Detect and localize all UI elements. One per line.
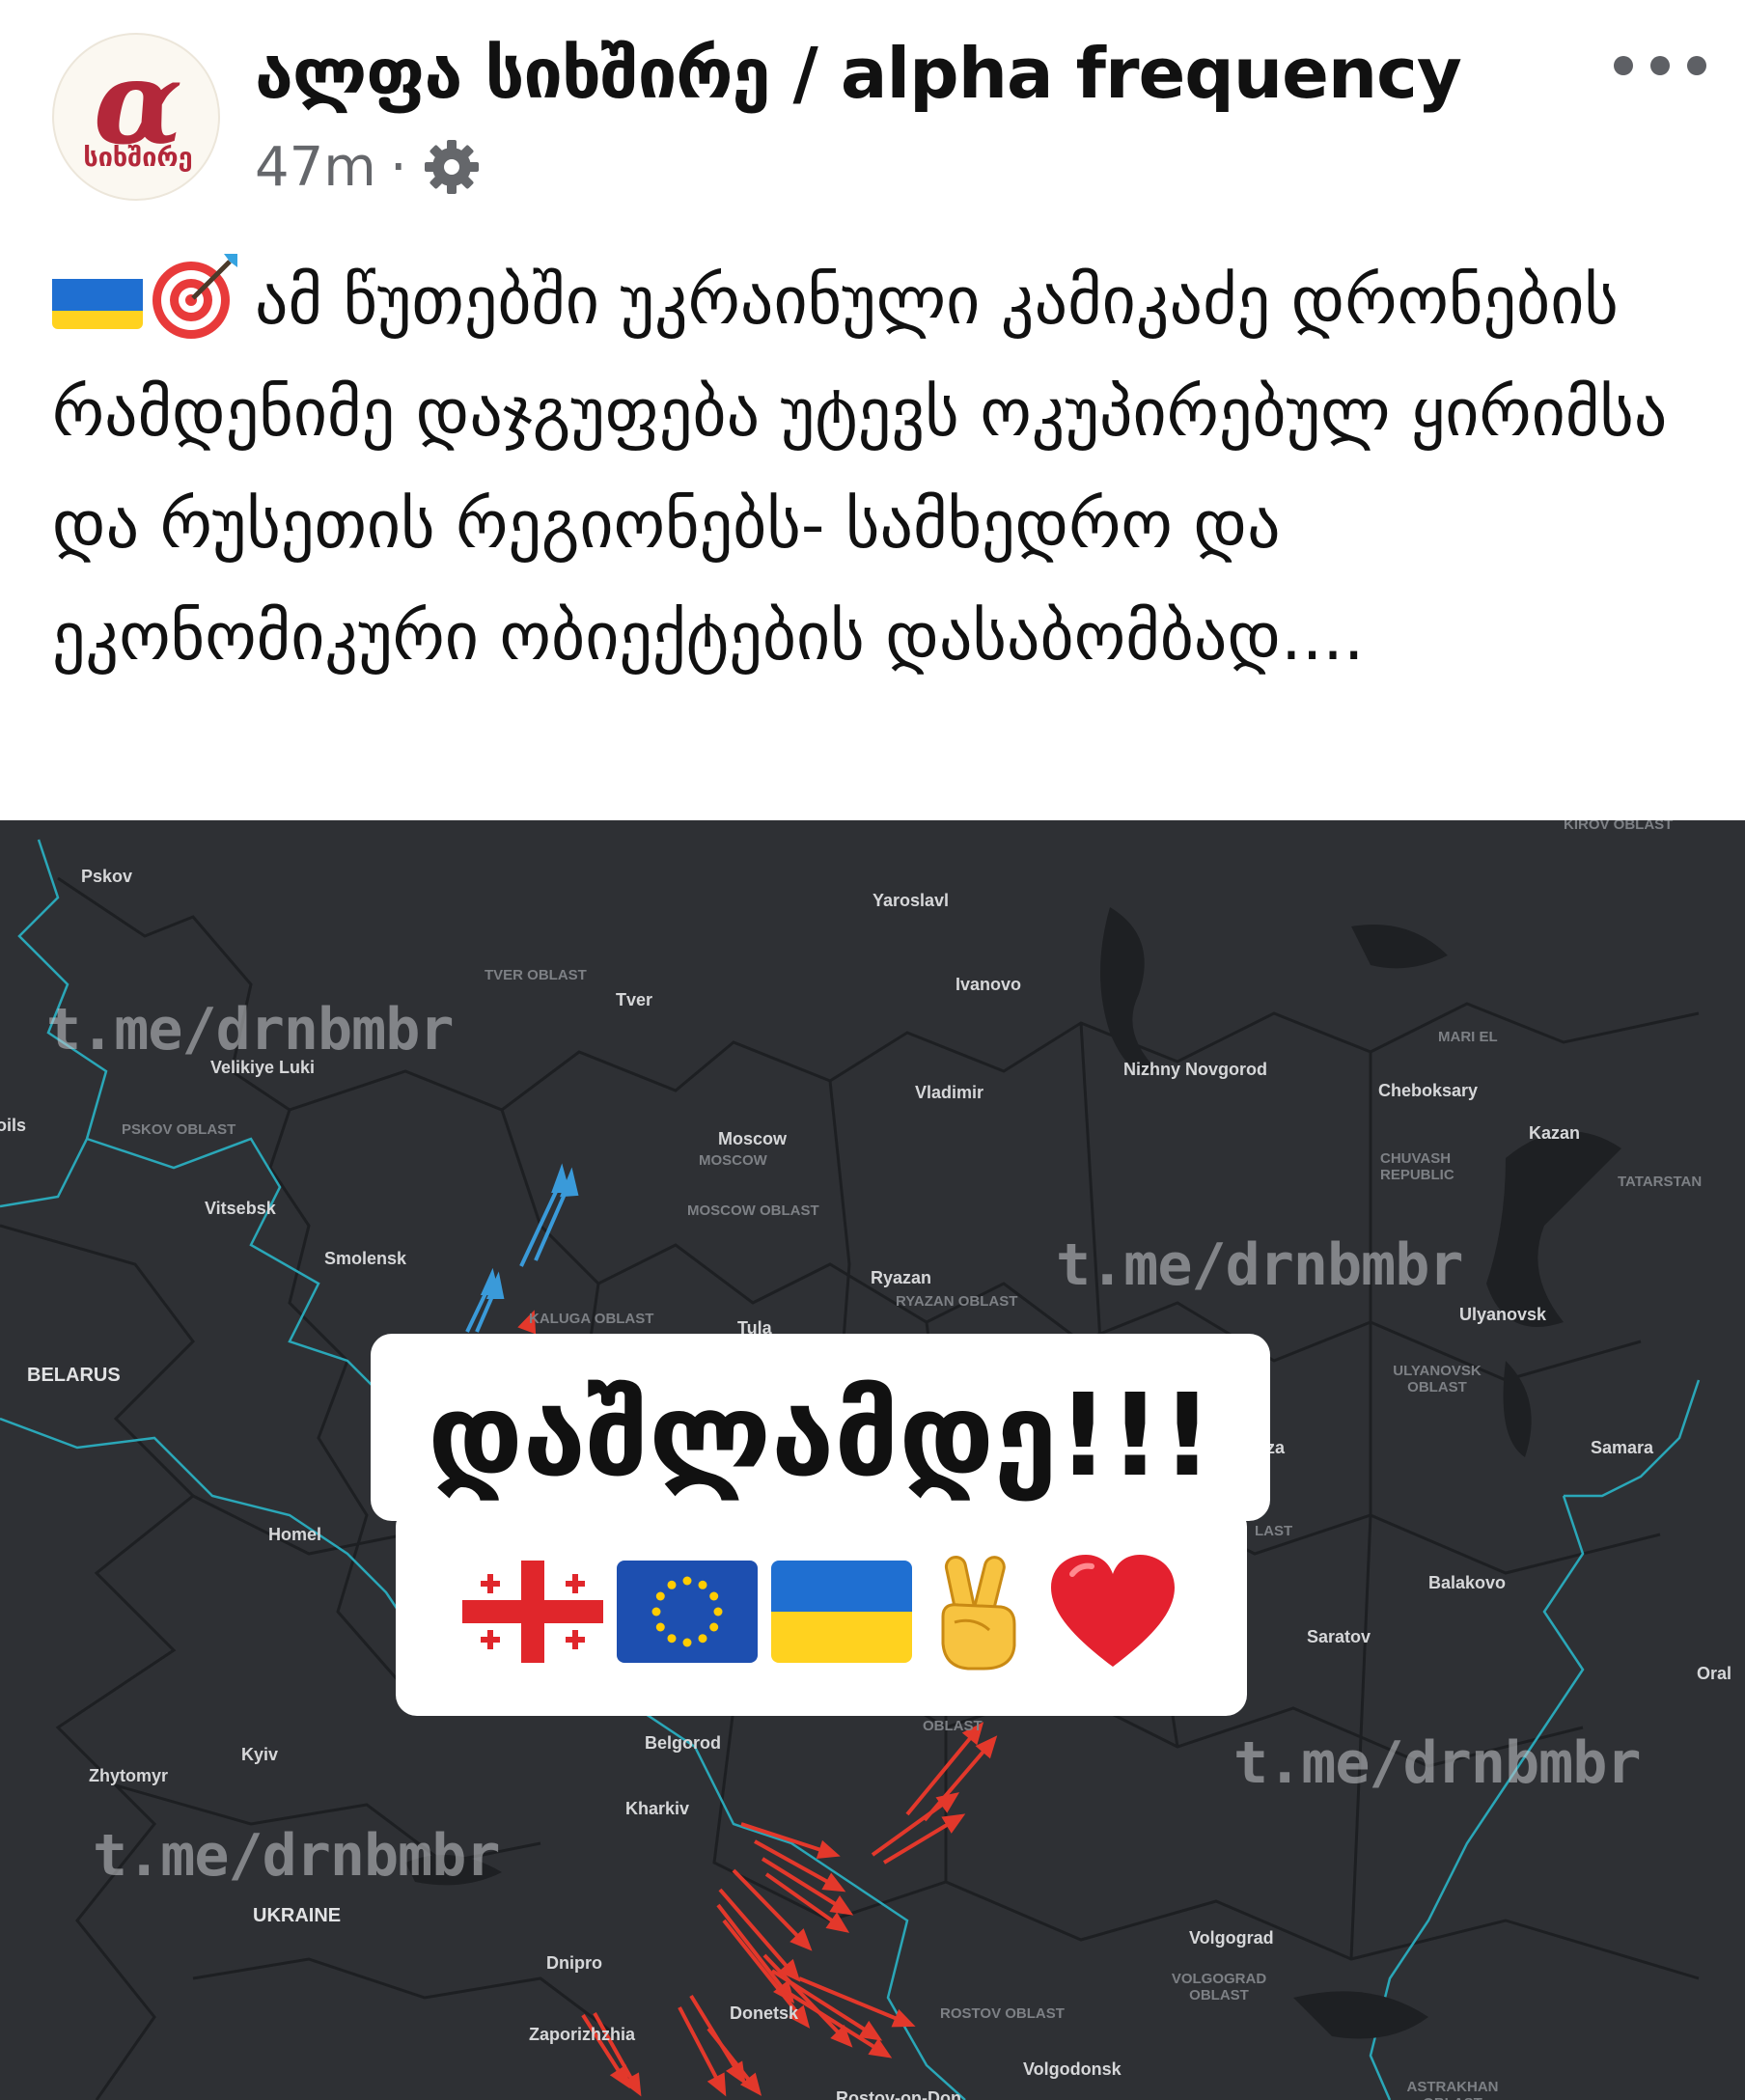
map-label-smolensk: Smolensk [324, 1249, 407, 1268]
eu-star [713, 1607, 723, 1616]
map-label-kazan: Kazan [1529, 1123, 1581, 1143]
map-label-balakovo: Balakovo [1428, 1573, 1507, 1592]
map-label-homel: Homel [268, 1525, 322, 1544]
map-label-moscow-oblast: MOSCOW OBLAST [687, 1202, 819, 1219]
banner-emoji-row [396, 1544, 1247, 1679]
ukraine-flag-banner-icon [771, 1561, 912, 1663]
map-label-tver: Tver [616, 990, 653, 1009]
map-watermark-4: t.me/drnbmbr [93, 1822, 500, 1890]
map-label-vladimir: Vladimir [915, 1083, 984, 1102]
avatar-label: სიხშირე [83, 143, 193, 173]
eu-star [667, 1634, 677, 1644]
banner-headline: დაშლამდე!!! [428, 1368, 1213, 1502]
georgia-flag-icon [462, 1561, 603, 1663]
dot-1 [1614, 56, 1633, 75]
map-label-volgograd: Volgograd [1189, 1928, 1274, 1948]
dot-3 [1687, 56, 1706, 75]
map-watermark-2: t.me/drnbmbr [1056, 1231, 1463, 1299]
eu-star [682, 1638, 692, 1647]
post-header: α სიხშირე ალფა სიხშირე / alpha frequency… [0, 0, 1745, 232]
map-label-belgorod: Belgorod [645, 1733, 721, 1753]
map-label-rostov-on-don: Rostov-on-Don [836, 2088, 961, 2100]
dot-2 [1650, 56, 1670, 75]
gear-icon[interactable] [421, 136, 483, 198]
meta-separator: · [389, 135, 407, 199]
map-label-saratov: Saratov [1307, 1627, 1371, 1646]
page-name-link[interactable]: ალფა სიხშირე / alpha frequency [255, 33, 1462, 114]
map-label-dnipro: Dnipro [546, 1953, 602, 1973]
eu-star [651, 1607, 661, 1616]
map-label-moscow: Moscow [718, 1129, 788, 1148]
eu-star [709, 1622, 719, 1632]
map-label-kaluga-oblast: KALUGA OBLAST [529, 1311, 654, 1327]
red-heart-icon [1051, 1555, 1175, 1667]
map-label-kyiv: Kyiv [241, 1745, 279, 1764]
map-label-zhytomyr: Zhytomyr [89, 1766, 169, 1785]
map-label-mari-el: MARI EL [1438, 1029, 1498, 1045]
map-label-pskov-oblast: PSKOV OBLAST [122, 1121, 236, 1138]
eu-star [655, 1591, 665, 1601]
map-label-kharkiv: Kharkiv [625, 1799, 690, 1818]
map-label-moscow-city: MOSCOW [699, 1152, 767, 1169]
map-label-ryazan: Ryazan [871, 1268, 932, 1287]
map-label-nizhny-novgorod: Nizhny Novgorod [1123, 1060, 1267, 1079]
map-label-ulyanovsk: Ulyanovsk [1459, 1305, 1547, 1324]
map-label-oral: Oral [1697, 1664, 1732, 1683]
map-label-pskov: Pskov [81, 867, 133, 886]
post-meta: 47m · [255, 133, 483, 201]
direct-hit-target-icon [152, 254, 237, 339]
map-label-ulyanovsk-oblast: ULYANOVSK OBLAST [1393, 1363, 1482, 1395]
post-text: ამ წუთებში უკრაინული კამიკაძე დრონების რ… [52, 246, 1712, 694]
eu-star [709, 1591, 719, 1601]
eu-star [682, 1576, 692, 1586]
eu-star [667, 1580, 677, 1589]
eu-star [698, 1580, 707, 1589]
map-watermark-1: t.me/drnbmbr [46, 996, 454, 1064]
page-avatar[interactable]: α სიხშირე [52, 33, 220, 201]
map-label-yaroslavl: Yaroslavl [872, 891, 950, 910]
map-label-edge: oils [0, 1116, 27, 1135]
map-label-oblast-fragment: LAST [1255, 1523, 1293, 1539]
eu-star [698, 1634, 707, 1644]
eu-star [655, 1622, 665, 1632]
ellipsis-icon[interactable] [1614, 46, 1706, 85]
map-label-volgodonsk: Volgodonsk [1023, 2059, 1122, 2079]
map-label-samara: Samara [1591, 1438, 1654, 1457]
map-label-belarus: BELARUS [27, 1365, 121, 1386]
map-watermark-3: t.me/drnbmbr [1233, 1729, 1641, 1797]
map-label-tatarstan: TATARSTAN [1618, 1174, 1703, 1190]
map-label-rostov-oblast: ROSTOV OBLAST [940, 2005, 1065, 2022]
post-time[interactable]: 47m [255, 136, 376, 199]
map-label-astrakhan-oblast: ASTRAKHAN OBLAST [1406, 2079, 1499, 2100]
map-label-tver-oblast: TVER OBLAST [485, 967, 587, 983]
map-label-volgograd-oblast: VOLGOGRAD OBLAST [1171, 1971, 1267, 2003]
map-label-kirov-oblast: KIROV OBLAST [1564, 820, 1674, 833]
map-label-ryazan-oblast: RYAZAN OBLAST [896, 1293, 1018, 1310]
ukraine-flag-icon [52, 265, 143, 329]
victory-hand-icon [941, 1555, 1016, 1671]
map-label-cheboksary: Cheboksary [1378, 1081, 1479, 1100]
post-body: ამ წუთებში უკრაინული კამიკაძე დრონების რ… [52, 263, 1668, 676]
map-label-zaporizhzhia: Zaporizhzhia [529, 2025, 636, 2044]
map-label-ivanovo: Ivanovo [956, 975, 1022, 994]
map-label-chuvash-republic: CHUVASH REPUBLIC [1380, 1150, 1454, 1183]
map-label-donetsk: Donetsk [730, 2003, 799, 2023]
map-label-ukraine: UKRAINE [253, 1905, 342, 1926]
map-label-oblast-south: OBLAST [923, 1718, 983, 1734]
eu-flag-icon [617, 1561, 758, 1663]
map-label-vitsebsk: Vitsebsk [205, 1199, 276, 1218]
